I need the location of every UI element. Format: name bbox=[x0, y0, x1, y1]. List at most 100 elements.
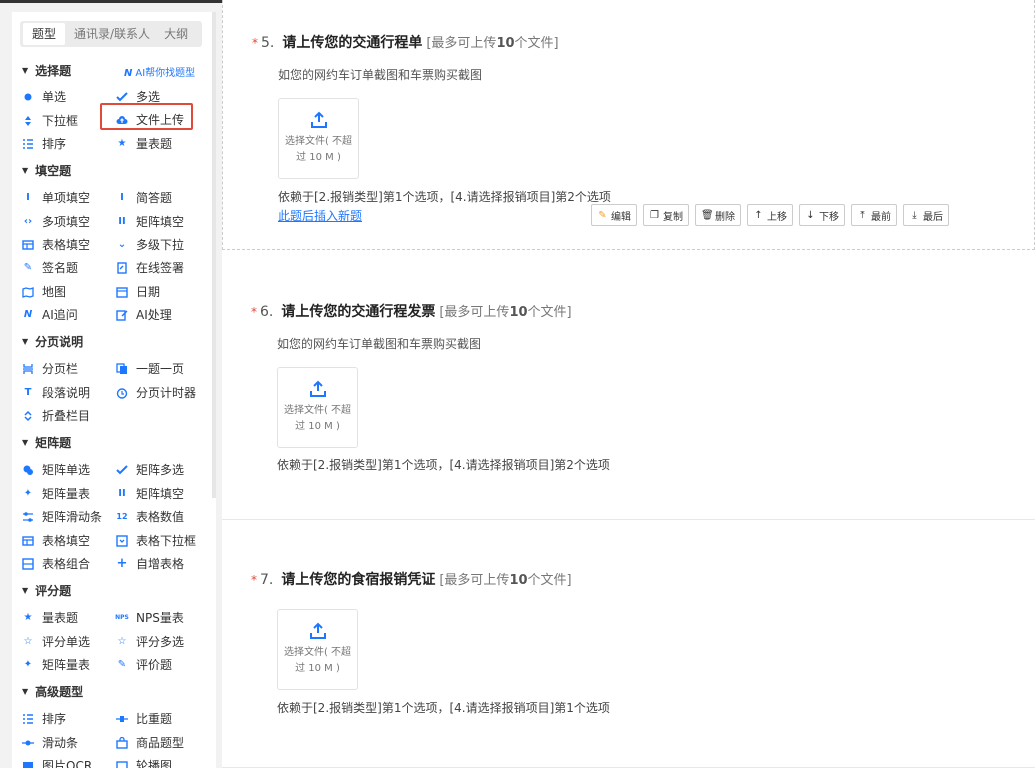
item-label: 表格填空 bbox=[42, 534, 91, 548]
category-matrix[interactable]: ▼ 矩阵题 bbox=[22, 434, 71, 451]
move-first-button[interactable]: ⤒ 最前 bbox=[851, 204, 897, 226]
item-single-fill[interactable]: I 单项填空 bbox=[22, 189, 90, 206]
dependency-text: 依赖于[2.报销类型]第1个选项，[4.请选择报销项目]第1个选项 bbox=[277, 701, 610, 715]
upload-label: 选择文件( 不超过 10 M ) bbox=[278, 645, 357, 677]
item-ai-followup[interactable]: N AI追问 bbox=[22, 306, 78, 323]
item-page-bar[interactable]: 分页栏 bbox=[22, 360, 78, 377]
item-label: 矩阵量表 bbox=[42, 487, 91, 501]
item-ocr[interactable]: 图片OCR bbox=[22, 757, 92, 768]
item-label: 表格下拉框 bbox=[136, 534, 197, 548]
file-upload-box[interactable]: 选择文件( 不超过 10 M ) bbox=[277, 609, 358, 690]
tab-question-types[interactable]: 题型 bbox=[23, 23, 66, 45]
item-one-per-page[interactable]: 一题一页 bbox=[116, 360, 184, 377]
item-carousel[interactable]: 轮播图 bbox=[116, 757, 172, 768]
stars-icon: ✦ bbox=[23, 659, 33, 670]
item-label: 排序 bbox=[42, 712, 67, 726]
item-matrix-slider[interactable]: 矩阵滑动条 bbox=[22, 508, 102, 525]
item-matrix-multi[interactable]: 矩阵多选 bbox=[116, 461, 184, 478]
item-dropdown[interactable]: 下拉框 bbox=[22, 112, 78, 129]
file-upload-box[interactable]: 选择文件( 不超过 10 M ) bbox=[277, 367, 358, 448]
question-text: 请上传您的交通行程发票 bbox=[281, 304, 436, 320]
item-label: 表格数值 bbox=[136, 510, 185, 524]
question-number: 6. bbox=[260, 304, 274, 320]
insert-question-link[interactable]: 此题后插入新题 bbox=[278, 207, 362, 224]
timer-icon bbox=[116, 387, 128, 399]
item-matrix-scale[interactable]: ✦ 矩阵量表 bbox=[22, 485, 90, 502]
item-rate-multi[interactable]: ☆ 评分多选 bbox=[116, 633, 185, 650]
item-label: 图片OCR bbox=[42, 759, 93, 768]
item-ai-process[interactable]: AI处理 bbox=[116, 306, 172, 323]
item-matrix-single[interactable]: 矩阵单选 bbox=[22, 461, 90, 478]
ai-find-type-link[interactable]: N AI帮你找题型 bbox=[124, 64, 195, 79]
item-slider[interactable]: 滑动条 bbox=[22, 734, 78, 751]
item-multi-fill[interactable]: ‹› 多项填空 bbox=[22, 213, 90, 230]
item-matrix-scale-rating[interactable]: ✦ 矩阵量表 bbox=[22, 656, 90, 673]
table-icon bbox=[22, 535, 34, 547]
item-multi-dropdown[interactable]: ⌄ 多级下拉 bbox=[116, 236, 184, 253]
item-sort[interactable]: 排序 bbox=[22, 135, 66, 152]
item-date[interactable]: 日期 bbox=[116, 283, 160, 300]
item-online-sign[interactable]: 在线签署 bbox=[116, 259, 184, 276]
item-label: 自增表格 bbox=[136, 557, 185, 571]
category-rating[interactable]: ▼ 评分题 bbox=[22, 582, 71, 599]
item-scale[interactable]: ★ 量表题 bbox=[22, 609, 79, 626]
item-product[interactable]: 商品题型 bbox=[116, 734, 184, 751]
question-5[interactable]: * 5. 请上传您的交通行程单 [最多可上传10个文件] 如您的网约车订单截图和… bbox=[222, 0, 1035, 250]
category-label: 评分题 bbox=[35, 584, 72, 598]
edit-button[interactable]: ✎ 编辑 bbox=[591, 204, 637, 226]
document-sign-icon bbox=[116, 261, 128, 274]
upload-label: 选择文件( 不超过 10 M ) bbox=[278, 403, 357, 435]
move-up-button[interactable]: ↑ 上移 bbox=[747, 204, 793, 226]
item-table-fill[interactable]: 表格填空 bbox=[22, 236, 90, 253]
copy-icon: ❐ bbox=[650, 209, 659, 221]
sidebar-scrollbar[interactable] bbox=[212, 12, 216, 498]
item-weight[interactable]: 比重题 bbox=[116, 710, 172, 727]
item-map[interactable]: 地图 bbox=[22, 283, 66, 300]
item-auto-table[interactable]: + 自增表格 bbox=[116, 555, 184, 572]
item-page-timer[interactable]: 分页计时器 bbox=[116, 384, 196, 401]
list-icon bbox=[22, 138, 34, 150]
arrow-top-icon: ⤒ bbox=[860, 209, 865, 221]
copy-button[interactable]: ❐ 复制 bbox=[643, 204, 689, 226]
item-matrix-fill[interactable]: II 矩阵填空 bbox=[116, 485, 184, 502]
file-upload-box[interactable]: 选择文件( 不超过 10 M ) bbox=[278, 98, 359, 179]
double-cursor-icon: II bbox=[118, 216, 126, 227]
button-label: 最前 bbox=[871, 211, 891, 223]
move-last-button[interactable]: ⤓ 最后 bbox=[903, 204, 949, 226]
question-7[interactable]: * 7. 请上传您的食宿报销凭证 [最多可上传10个文件] 选择文件( 不超过 … bbox=[222, 520, 1035, 768]
text-cursor-icon: I bbox=[120, 192, 124, 203]
item-paragraph[interactable]: T 段落说明 bbox=[22, 384, 90, 401]
limit-prefix: [最多可上传 bbox=[439, 305, 510, 320]
tab-contacts[interactable]: 通讯录/联系人 bbox=[67, 23, 157, 45]
item-fold[interactable]: 折叠栏目 bbox=[22, 407, 90, 424]
category-paging[interactable]: ▼ 分页说明 bbox=[22, 333, 83, 350]
item-matrix-fill[interactable]: II 矩阵填空 bbox=[116, 213, 184, 230]
item-scale[interactable]: ★ 量表题 bbox=[116, 135, 173, 152]
item-sort-advanced[interactable]: 排序 bbox=[22, 710, 66, 727]
move-down-button[interactable]: ↓ 下移 bbox=[799, 204, 845, 226]
item-table-dropdown[interactable]: 表格下拉框 bbox=[116, 532, 196, 549]
item-evaluation[interactable]: ✎ 评价题 bbox=[116, 656, 172, 673]
tab-outline[interactable]: 大纲 bbox=[157, 23, 195, 45]
item-label: 矩阵滑动条 bbox=[42, 510, 103, 524]
category-fill[interactable]: ▼ 填空题 bbox=[22, 162, 71, 179]
category-choice[interactable]: ▼ 选择题 bbox=[22, 62, 71, 79]
upload-icon bbox=[310, 111, 327, 128]
category-advanced[interactable]: ▼ 高级题型 bbox=[22, 683, 83, 700]
item-table-value[interactable]: 12 表格数值 bbox=[116, 508, 184, 525]
item-table-combo[interactable]: 表格组合 bbox=[22, 555, 90, 572]
item-signature[interactable]: ✎ 签名题 bbox=[22, 259, 78, 276]
question-6[interactable]: * 6. 请上传您的交通行程发票 [最多可上传10个文件] 如您的网约车订单截图… bbox=[222, 250, 1035, 520]
weight-slider-icon bbox=[116, 713, 128, 725]
item-single-choice[interactable]: 单选 bbox=[22, 88, 66, 105]
question-description: 如您的网约车订单截图和车票购买截图 bbox=[277, 337, 482, 351]
sliders-icon bbox=[22, 511, 34, 523]
item-nps[interactable]: NPS NPS量表 bbox=[115, 609, 184, 626]
item-table-fill[interactable]: 表格填空 bbox=[22, 532, 90, 549]
item-short-answer[interactable]: I 简答题 bbox=[116, 189, 172, 206]
caret-down-icon: ▼ bbox=[22, 438, 29, 447]
limit-count: 10 bbox=[496, 36, 515, 51]
item-rate-single[interactable]: ☆ 评分单选 bbox=[22, 633, 91, 650]
item-label: 矩阵量表 bbox=[42, 658, 91, 672]
delete-button[interactable]: 🗑 删除 bbox=[695, 204, 741, 226]
